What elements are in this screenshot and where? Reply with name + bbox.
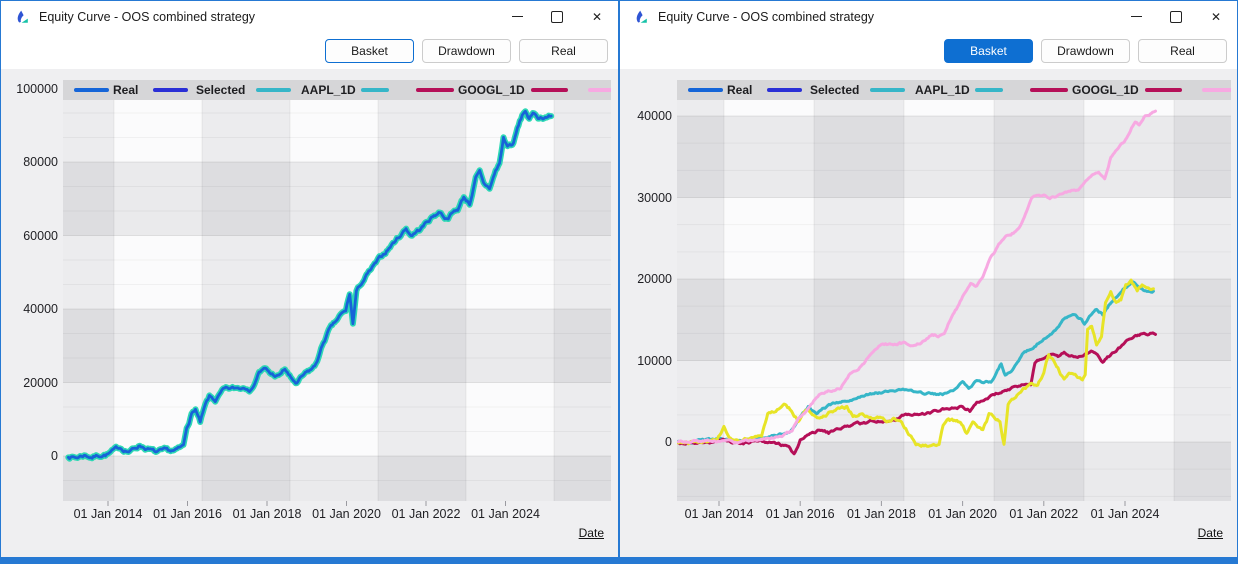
x-axis-title[interactable]: Date xyxy=(579,526,604,540)
app-logo-icon xyxy=(636,10,647,23)
x-axis-tick-label: 01 Jan 2024 xyxy=(1090,507,1160,521)
y-axis-tick-label: 10000 xyxy=(637,353,672,368)
x-axis-tick-label: 01 Jan 2018 xyxy=(232,507,302,521)
plot-area xyxy=(677,80,1231,501)
screen: Equity Curve - OOS combined strategy ✕ B… xyxy=(0,0,1238,564)
titlebar[interactable]: Equity Curve - OOS combined strategy ✕ xyxy=(1,1,618,33)
y-axis-tick-label: 60000 xyxy=(23,228,58,243)
maximize-icon xyxy=(1170,10,1182,23)
legend-swatch xyxy=(416,88,454,92)
close-icon: ✕ xyxy=(1210,9,1222,24)
legend-label: Real xyxy=(113,83,139,97)
legend-swatch xyxy=(975,88,1003,92)
legend-swatch xyxy=(1030,88,1068,92)
legend-swatch xyxy=(870,88,905,92)
y-axis-tick-label: 30000 xyxy=(637,190,672,205)
legend-swatch xyxy=(767,88,802,92)
legend-swatch xyxy=(1202,88,1231,92)
x-axis-tick-label: 01 Jan 2020 xyxy=(312,507,381,521)
minimize-icon xyxy=(1130,16,1142,17)
y-axis-tick-label: 40000 xyxy=(637,109,672,123)
legend-label: AAPL_1D xyxy=(915,83,970,97)
legend-label: GOOGL_1D xyxy=(1072,83,1139,97)
x-axis-tick-label: 01 Jan 2016 xyxy=(153,507,222,521)
drawdown-button[interactable]: Drawdown xyxy=(422,39,511,63)
basket-button[interactable]: Basket xyxy=(944,39,1033,63)
minimize-button[interactable] xyxy=(497,1,537,32)
x-axis-tick-label: 01 Jan 2022 xyxy=(391,507,461,521)
x-axis-tick-label: 01 Jan 2020 xyxy=(928,507,997,521)
maximize-icon xyxy=(551,10,563,23)
window-real-equity: Equity Curve - OOS combined strategy ✕ B… xyxy=(0,0,619,564)
basket-button[interactable]: Basket xyxy=(325,39,414,63)
chart-legend: Real Selected AAPL_1D GOOGL_1D xyxy=(677,80,1231,100)
y-axis-tick-label: 0 xyxy=(51,449,58,463)
drawdown-button[interactable]: Drawdown xyxy=(1041,39,1130,63)
x-axis-title[interactable]: Date xyxy=(1198,526,1223,540)
close-button[interactable]: ✕ xyxy=(1196,1,1236,32)
equity-chart-real: Real Selected AAPL_1D GOOGL_1D Date 0 20000 4… xyxy=(1,69,618,557)
maximize-button[interactable] xyxy=(537,1,577,32)
plot-area xyxy=(63,80,611,501)
equity-chart-basket: Real Selected AAPL_1D GOOGL_1D Date 0 10000 2… xyxy=(620,69,1237,557)
minimize-button[interactable] xyxy=(1116,1,1156,32)
x-axis-tick-label: 01 Jan 2022 xyxy=(1009,507,1079,521)
legend-swatch xyxy=(74,88,109,92)
window-controls: ✕ xyxy=(1116,1,1236,32)
window-title: Equity Curve - OOS combined strategy xyxy=(39,10,256,24)
chart-legend: Real Selected AAPL_1D GOOGL_1D xyxy=(63,80,611,100)
x-axis-tick-label: 01 Jan 2014 xyxy=(73,507,143,521)
legend-label: AAPL_1D xyxy=(301,83,356,97)
app-logo-icon xyxy=(17,10,28,23)
legend-label: Real xyxy=(727,83,753,97)
y-axis-tick-label: 20000 xyxy=(23,375,58,390)
window-basket-equity: Equity Curve - OOS combined strategy ✕ B… xyxy=(619,0,1238,564)
legend-swatch xyxy=(361,88,389,92)
y-axis-tick-label: 0 xyxy=(665,435,672,449)
equity-curve-plot[interactable] xyxy=(620,69,1237,557)
legend-swatch xyxy=(588,88,611,92)
titlebar[interactable]: Equity Curve - OOS combined strategy ✕ xyxy=(620,1,1237,33)
legend-label: GOOGL_1D xyxy=(458,83,525,97)
real-button[interactable]: Real xyxy=(1138,39,1227,63)
legend-swatch xyxy=(153,88,188,92)
x-axis-tick-label: 01 Jan 2014 xyxy=(684,507,754,521)
close-icon: ✕ xyxy=(591,9,603,24)
window-controls: ✕ xyxy=(497,1,617,32)
legend-label: Selected xyxy=(196,83,246,97)
legend-swatch xyxy=(531,88,568,92)
y-axis-tick-label: 20000 xyxy=(637,272,672,286)
x-axis-tick-label: 01 Jan 2018 xyxy=(846,507,916,521)
view-toggle-group: Basket Drawdown Real xyxy=(944,39,1227,63)
legend-swatch xyxy=(1145,88,1182,92)
minimize-icon xyxy=(511,16,523,17)
legend-swatch xyxy=(688,88,723,92)
real-button[interactable]: Real xyxy=(519,39,608,63)
y-axis-tick-label: 40000 xyxy=(23,302,58,316)
y-axis-tick-label: 100000 xyxy=(16,81,58,96)
legend-swatch xyxy=(256,88,291,92)
view-toggle-group: Basket Drawdown Real xyxy=(325,39,608,63)
y-axis-tick-label: 80000 xyxy=(23,155,58,169)
legend-label: Selected xyxy=(810,83,860,97)
close-button[interactable]: ✕ xyxy=(577,1,617,32)
maximize-button[interactable] xyxy=(1156,1,1196,32)
window-title: Equity Curve - OOS combined strategy xyxy=(658,10,875,24)
x-axis-tick-label: 01 Jan 2024 xyxy=(471,507,540,521)
equity-curve-plot[interactable] xyxy=(1,69,618,557)
x-axis-tick-label: 01 Jan 2016 xyxy=(765,507,835,521)
